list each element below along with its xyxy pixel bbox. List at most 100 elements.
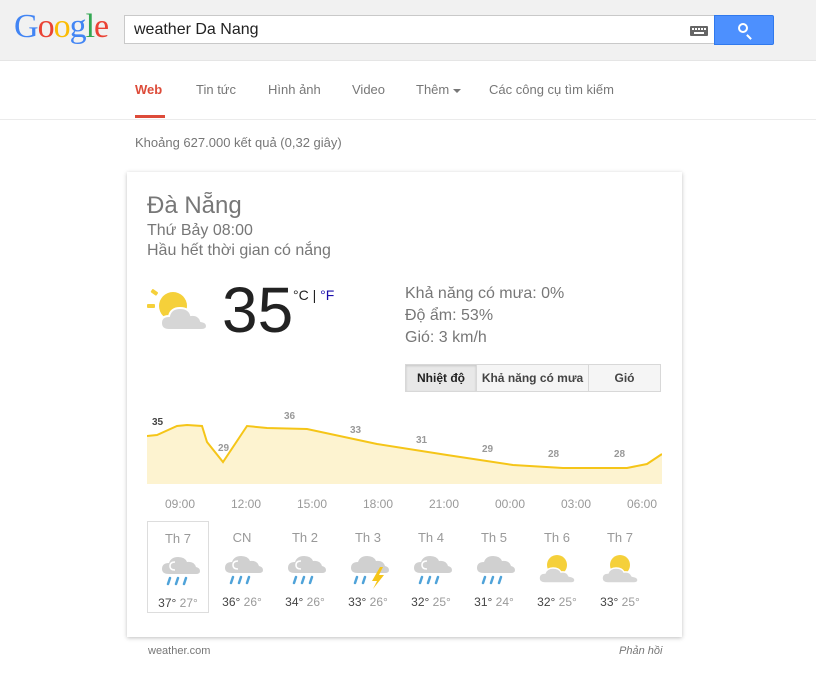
current-time: Thứ Bảy 08:00 — [147, 222, 253, 239]
tab-news[interactable]: Tin tức — [196, 82, 236, 97]
tab-wind[interactable]: Gió — [589, 365, 660, 391]
humidity: Độ ẩm: 53% — [405, 307, 494, 324]
day-low: 25° — [432, 595, 451, 609]
tab-images[interactable]: Hình ảnh — [268, 82, 321, 97]
day-forecast[interactable]: Th 5 31° 24° — [463, 521, 525, 613]
tab-precipitation[interactable]: Khả năng có mưa — [477, 365, 589, 391]
logo-letter: o — [53, 8, 71, 45]
logo-letter: g — [69, 8, 87, 45]
rain-icon — [477, 556, 515, 585]
search-nav: Web Tin tức Hình ảnh Video Thêm Các công… — [0, 61, 816, 120]
day-name: Th 4 — [417, 530, 444, 545]
day-forecast[interactable]: Th 3 33° 26° — [337, 521, 399, 613]
thunderstorm-icon — [351, 556, 389, 589]
day-name: Th 3 — [354, 530, 381, 545]
hour-label: 06:00 — [626, 497, 658, 511]
day-low: 24° — [495, 595, 514, 609]
current-temperature: 35 — [222, 274, 294, 346]
current-condition: Hầu hết thời gian có nắng — [147, 242, 331, 259]
day-temps: 37° 27° — [148, 596, 208, 610]
day-low: 26° — [243, 595, 262, 609]
partly-cloudy-rain-icon — [162, 557, 200, 586]
partly-cloudy-rain-icon — [225, 556, 263, 585]
day-temps: 33° 26° — [337, 595, 399, 609]
day-forecast[interactable]: CN 36° 26° — [211, 521, 273, 613]
hour-label: 03:00 — [560, 497, 592, 511]
search-input[interactable] — [134, 20, 674, 40]
day-name: CN — [232, 530, 252, 545]
tab-video[interactable]: Video — [352, 82, 385, 97]
feedback-link[interactable]: Phản hồi — [619, 645, 662, 657]
day-temps: 31° 24° — [463, 595, 525, 609]
day-high: 32° — [537, 595, 556, 609]
city-name: Đà Nẵng — [147, 192, 242, 219]
search-icon — [738, 23, 748, 33]
day-low: 25° — [558, 595, 577, 609]
hour-temp-label: 29 — [482, 444, 494, 455]
day-forecast[interactable]: Th 6 32° 25° — [526, 521, 588, 613]
hour-temp-label: 29 — [218, 443, 230, 454]
day-forecast[interactable]: Th 7 33° 25° — [589, 521, 651, 613]
temperature-chart: 35 29 36 33 31 29 28 28 — [147, 411, 662, 484]
weather-details: Khả năng có mưa: 0% Độ ẩm: 53% Gió: 3 km… — [405, 283, 564, 349]
day-name: Th 7 — [606, 530, 633, 545]
day-temps: 32° 25° — [400, 595, 462, 609]
day-temps: 34° 26° — [274, 595, 336, 609]
source-link[interactable]: weather.com — [148, 645, 210, 657]
day-high: 37° — [158, 596, 177, 610]
result-stats: Khoảng 627.000 kết quả (0,32 giây) — [135, 135, 342, 150]
day-high: 33° — [348, 595, 367, 609]
tab-more[interactable]: Thêm — [416, 82, 462, 97]
day-forecast[interactable]: Th 4 32° 25° — [400, 521, 462, 613]
day-forecast[interactable]: Th 7 37° 27° — [147, 521, 209, 613]
logo-letter: l — [85, 8, 96, 45]
unit-separator: | — [308, 287, 321, 303]
weather-card: Đà Nẵng Thứ Bảy 08:00 Hầu hết thời gian … — [127, 172, 682, 637]
day-name: Th 7 — [164, 531, 191, 546]
day-high: 34° — [285, 595, 304, 609]
search-box — [124, 15, 714, 44]
fahrenheit-toggle[interactable]: °F — [320, 287, 334, 303]
search-button[interactable] — [714, 15, 774, 45]
day-name: Th 2 — [291, 530, 318, 545]
partly-sunny-icon — [601, 555, 639, 584]
keyboard-icon[interactable] — [690, 26, 708, 36]
hour-label: 15:00 — [296, 497, 328, 511]
hour-label: 00:00 — [494, 497, 526, 511]
day-temps: 33° 25° — [589, 595, 651, 609]
precip-chance: Khả năng có mưa: 0% — [405, 285, 565, 302]
hour-label: 21:00 — [428, 497, 460, 511]
hour-label: 12:00 — [230, 497, 262, 511]
celsius-toggle[interactable]: °C — [293, 287, 309, 303]
hour-temp-label: 35 — [152, 417, 164, 428]
hour-label: 18:00 — [362, 497, 394, 511]
partly-sunny-icon — [147, 289, 209, 331]
day-low: 26° — [369, 595, 388, 609]
hour-temp-label: 36 — [284, 411, 296, 422]
tab-web[interactable]: Web — [135, 82, 162, 97]
day-low: 26° — [306, 595, 325, 609]
wind-speed: Gió: 3 km/h — [405, 329, 487, 346]
active-tab-indicator — [135, 115, 165, 118]
tab-more-label: Thêm — [416, 82, 450, 97]
logo-letter: e — [94, 8, 109, 45]
chart-area — [147, 425, 662, 484]
day-high: 36° — [222, 595, 241, 609]
hour-temp-label: 28 — [614, 449, 626, 460]
partly-cloudy-rain-icon — [414, 556, 452, 585]
tab-temperature[interactable]: Nhiệt độ — [406, 365, 477, 391]
search-tools-button[interactable]: Các công cụ tìm kiếm — [489, 82, 614, 97]
day-low: 27° — [179, 596, 198, 610]
partly-cloudy-rain-icon — [288, 556, 326, 585]
hour-temp-label: 31 — [416, 435, 428, 446]
day-name: Th 5 — [480, 530, 507, 545]
google-logo[interactable]: Google — [14, 8, 109, 46]
chart-tabs: Nhiệt độ Khả năng có mưa Gió — [405, 364, 661, 392]
day-high: 33° — [600, 595, 619, 609]
unit-toggle: °C | °F — [293, 287, 334, 303]
hour-label: 09:00 — [164, 497, 196, 511]
day-forecast[interactable]: Th 2 34° 26° — [274, 521, 336, 613]
day-high: 32° — [411, 595, 430, 609]
logo-letter: G — [14, 8, 39, 45]
header-bar: Google — [0, 0, 816, 61]
